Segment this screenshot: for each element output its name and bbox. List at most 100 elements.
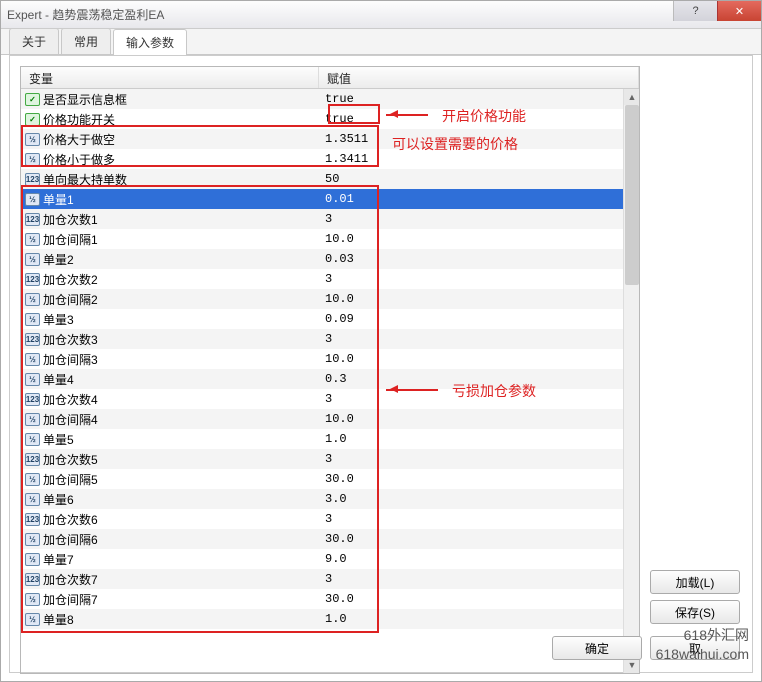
table-row[interactable]: ½单量20.03 xyxy=(21,249,623,269)
table-row[interactable]: 123加仓次数43 xyxy=(21,389,623,409)
cell-variable-name: ✓价格功能开关 xyxy=(21,111,319,128)
cell-value[interactable]: 0.01 xyxy=(319,192,623,206)
minimize-button[interactable]: ? xyxy=(673,1,717,21)
load-button[interactable]: 加载(L) xyxy=(650,570,740,594)
cell-value[interactable]: 50 xyxy=(319,172,623,186)
ok-button[interactable]: 确定 xyxy=(552,636,642,660)
cell-value[interactable]: true xyxy=(319,92,623,106)
dbl-type-icon: ½ xyxy=(25,353,40,366)
cell-value[interactable]: 1.0 xyxy=(319,432,623,446)
dbl-type-icon: ½ xyxy=(25,493,40,506)
column-header-name[interactable]: 变量 xyxy=(21,67,319,88)
cell-variable-name: ½加仓间隔7 xyxy=(21,591,319,608)
table-row[interactable]: 123加仓次数73 xyxy=(21,569,623,589)
table-row[interactable]: ½加仓间隔310.0 xyxy=(21,349,623,369)
table-row[interactable]: ½单量6 3.0 xyxy=(21,489,623,509)
table-row[interactable]: ½加仓间隔410.0 xyxy=(21,409,623,429)
variable-label: 加仓间隔6 xyxy=(43,531,98,548)
list-body[interactable]: ✓是否显示信息框true✓价格功能开关true½价格大于做空1.3511½价格小… xyxy=(21,89,623,673)
table-row[interactable]: 123加仓次数33 xyxy=(21,329,623,349)
table-row[interactable]: ½单量40.3 xyxy=(21,369,623,389)
table-row[interactable]: 123加仓次数63 xyxy=(21,509,623,529)
variable-label: 加仓间隔5 xyxy=(43,471,98,488)
cell-value[interactable]: 3 xyxy=(319,572,623,586)
variable-label: 是否显示信息框 xyxy=(43,91,127,108)
cell-variable-name: ½加仓间隔3 xyxy=(21,351,319,368)
vertical-scrollbar[interactable]: ▲ ▼ xyxy=(623,89,639,673)
table-row[interactable]: 123加仓次数1 3 xyxy=(21,209,623,229)
cell-variable-name: 123加仓次数5 xyxy=(21,451,319,468)
table-row[interactable]: ½加仓间隔210.0 xyxy=(21,289,623,309)
variable-label: 加仓次数2 xyxy=(43,271,98,288)
dbl-type-icon: ½ xyxy=(25,433,40,446)
table-row[interactable]: ✓是否显示信息框true xyxy=(21,89,623,109)
cell-value[interactable]: 30.0 xyxy=(319,532,623,546)
cell-value[interactable]: 3 xyxy=(319,332,623,346)
cell-variable-name: 123加仓次数3 xyxy=(21,331,319,348)
variable-label: 单量8 xyxy=(43,611,74,628)
cell-value[interactable]: 10.0 xyxy=(319,352,623,366)
int-type-icon: 123 xyxy=(25,213,40,226)
cell-value[interactable]: 30.0 xyxy=(319,592,623,606)
cell-value[interactable]: 3.0 xyxy=(319,492,623,506)
table-row[interactable]: 123加仓次数23 xyxy=(21,269,623,289)
table-row[interactable]: ½加仓间隔110.0 xyxy=(21,229,623,249)
cell-value[interactable]: 1.3411 xyxy=(319,152,623,166)
variable-label: 单量7 xyxy=(43,551,74,568)
titlebar[interactable]: Expert - 趋势震荡稳定盈利EA ? ✕ xyxy=(1,1,761,29)
cell-value[interactable]: 3 xyxy=(319,452,623,466)
cell-value[interactable]: 1.0 xyxy=(319,612,623,626)
cell-variable-name: 123加仓次数7 xyxy=(21,571,319,588)
close-button[interactable]: ✕ xyxy=(717,1,761,21)
cell-value[interactable]: true xyxy=(319,112,623,126)
table-row[interactable]: ½加仓间隔730.0 xyxy=(21,589,623,609)
tab-inputs[interactable]: 输入参数 xyxy=(113,29,187,55)
cell-value[interactable]: 1.3511 xyxy=(319,132,623,146)
variable-label: 加仓次数3 xyxy=(43,331,98,348)
cell-value[interactable]: 30.0 xyxy=(319,472,623,486)
cell-value[interactable]: 0.03 xyxy=(319,252,623,266)
table-row[interactable]: ½单量10.01 xyxy=(21,189,623,209)
scroll-up-icon[interactable]: ▲ xyxy=(624,89,640,105)
cell-variable-name: ½加仓间隔4 xyxy=(21,411,319,428)
cell-value[interactable]: 10.0 xyxy=(319,292,623,306)
variable-label: 价格功能开关 xyxy=(43,111,115,128)
cell-variable-name: ½单量1 xyxy=(21,191,319,208)
variable-label: 加仓次数1 xyxy=(43,211,98,228)
table-row[interactable]: ½加仓间隔630.0 xyxy=(21,529,623,549)
table-row[interactable]: ✓价格功能开关true xyxy=(21,109,623,129)
cell-variable-name: ½价格大于做空 xyxy=(21,131,319,148)
variable-label: 单量4 xyxy=(43,371,74,388)
dialog-window: Expert - 趋势震荡稳定盈利EA ? ✕ 关于 常用 输入参数 变量 赋值… xyxy=(0,0,762,682)
table-row[interactable]: 123加仓次数53 xyxy=(21,449,623,469)
cell-value[interactable]: 3 xyxy=(319,392,623,406)
cell-variable-name: ½价格小于做多 xyxy=(21,151,319,168)
table-row[interactable]: ½单量81.0 xyxy=(21,609,623,629)
cell-variable-name: 123单向最大持单数 xyxy=(21,171,319,188)
cell-variable-name: 123加仓次数2 xyxy=(21,271,319,288)
save-button[interactable]: 保存(S) xyxy=(650,600,740,624)
cancel-button[interactable]: 取 xyxy=(650,636,740,660)
cell-value[interactable]: 3 xyxy=(319,212,623,226)
table-row[interactable]: ½价格大于做空1.3511 xyxy=(21,129,623,149)
table-row[interactable]: ½加仓间隔530.0 xyxy=(21,469,623,489)
cell-value[interactable]: 10.0 xyxy=(319,232,623,246)
column-header-value[interactable]: 赋值 xyxy=(319,67,639,88)
cell-value[interactable]: 3 xyxy=(319,272,623,286)
cell-value[interactable]: 9.0 xyxy=(319,552,623,566)
table-row[interactable]: ½单量79.0 xyxy=(21,549,623,569)
dbl-type-icon: ½ xyxy=(25,133,40,146)
table-row[interactable]: ½单量30.09 xyxy=(21,309,623,329)
scroll-thumb[interactable] xyxy=(625,105,639,285)
table-row[interactable]: ½价格小于做多1.3411 xyxy=(21,149,623,169)
tab-common[interactable]: 常用 xyxy=(61,28,111,54)
table-row[interactable]: ½单量51.0 xyxy=(21,429,623,449)
cell-value[interactable]: 0.09 xyxy=(319,312,623,326)
cell-value[interactable]: 10.0 xyxy=(319,412,623,426)
dbl-type-icon: ½ xyxy=(25,313,40,326)
tab-about[interactable]: 关于 xyxy=(9,28,59,54)
variable-label: 单量6 xyxy=(43,491,74,508)
table-row[interactable]: 123单向最大持单数50 xyxy=(21,169,623,189)
cell-value[interactable]: 0.3 xyxy=(319,372,623,386)
cell-value[interactable]: 3 xyxy=(319,512,623,526)
